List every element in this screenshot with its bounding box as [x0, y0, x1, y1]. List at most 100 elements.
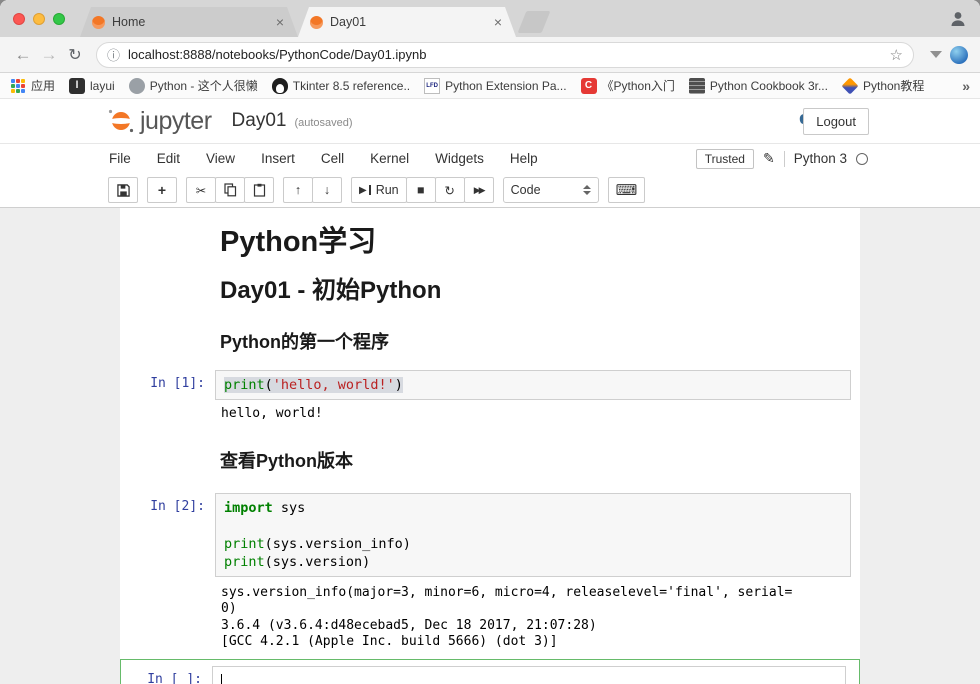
- notebook-title[interactable]: Day01: [232, 110, 287, 132]
- paste-cell-button[interactable]: [244, 177, 274, 203]
- jupyter-favicon: [92, 16, 105, 29]
- reload-icon[interactable]: ↻: [62, 45, 88, 65]
- insert-cell-button[interactable]: +: [147, 177, 177, 203]
- output-prompt-spacer: [120, 585, 215, 651]
- bookmark-apps[interactable]: 应用: [10, 77, 55, 94]
- code-editor-3[interactable]: [212, 666, 846, 684]
- close-window-button[interactable]: [13, 13, 25, 25]
- lfd-favicon: LFD: [424, 78, 440, 94]
- forward-icon[interactable]: →: [36, 45, 62, 65]
- move-cell-up-button[interactable]: ↑: [283, 177, 313, 203]
- input-prompt: In [ ]:: [121, 666, 212, 684]
- markdown-heading-1[interactable]: Python学习: [220, 224, 860, 260]
- bookmark-label: Tkinter 8.5 reference..: [293, 79, 410, 93]
- copy-icon: [224, 183, 237, 197]
- markdown-heading-3-first[interactable]: Python的第一个程序: [220, 330, 860, 354]
- menu-view[interactable]: View: [193, 144, 248, 174]
- bookmark-python-tutorial[interactable]: Python教程: [842, 77, 924, 94]
- apps-grid-icon: [10, 78, 26, 94]
- downloads-dropdown-icon[interactable]: [930, 51, 942, 58]
- bookmark-label: 应用: [31, 77, 55, 94]
- autosave-status: (autosaved): [294, 117, 352, 129]
- code-cell-3-selected[interactable]: In [ ]:: [120, 659, 860, 684]
- jupyter-logo[interactable]: [106, 106, 136, 136]
- penguin-favicon: [272, 78, 288, 94]
- site-favicon: [129, 78, 145, 94]
- new-tab-button[interactable]: [518, 11, 551, 33]
- red-c-favicon: C: [581, 78, 597, 94]
- menu-edit[interactable]: Edit: [144, 144, 193, 174]
- markdown-heading-2[interactable]: Day01 - 初始Python: [220, 276, 860, 306]
- step-bar-icon: [369, 185, 371, 195]
- jupyter-header: jupyter Day01 (autosaved) Logout: [0, 99, 980, 143]
- jupyter-wordmark[interactable]: jupyter: [140, 107, 212, 136]
- code-cell-1[interactable]: In [1]: print('hello, world!'): [120, 370, 860, 400]
- output-prompt-spacer: [120, 406, 215, 423]
- bookmark-label: Python Cookbook 3r...: [710, 79, 828, 93]
- tab-close-icon[interactable]: ×: [492, 14, 504, 30]
- bookmarks-overflow-icon[interactable]: »: [962, 78, 970, 94]
- rocket-favicon: [842, 78, 858, 94]
- tab-day01[interactable]: Day01 ×: [298, 7, 516, 37]
- kernel-name[interactable]: Python 3: [794, 151, 847, 166]
- menu-help[interactable]: Help: [497, 144, 551, 174]
- text-cursor: [221, 674, 222, 684]
- bookmark-python-intro[interactable]: C 《Python入门: [581, 77, 675, 94]
- url-text[interactable]: localhost:8888/notebooks/PythonCode/Day0…: [128, 47, 890, 62]
- markdown-heading-3-second[interactable]: 查看Python版本: [220, 449, 860, 473]
- run-label: Run: [376, 183, 399, 197]
- minimize-window-button[interactable]: [33, 13, 45, 25]
- back-icon[interactable]: ←: [10, 45, 36, 65]
- tab-strip: Home × Day01 ×: [0, 0, 980, 37]
- code-editor-2[interactable]: import sys print(sys.version_info)print(…: [215, 493, 851, 577]
- maximize-window-button[interactable]: [53, 13, 65, 25]
- copy-cell-button[interactable]: [215, 177, 245, 203]
- bookmark-star-icon[interactable]: ☆: [890, 46, 903, 64]
- tab-close-icon[interactable]: ×: [274, 14, 286, 30]
- bookmark-label: 《Python入门: [602, 77, 675, 94]
- trusted-badge[interactable]: Trusted: [696, 149, 754, 169]
- restart-run-all-button[interactable]: ▶▶: [464, 177, 494, 203]
- command-palette-button[interactable]: ⌨: [608, 177, 646, 203]
- input-prompt: In [2]:: [120, 493, 215, 577]
- bookmark-tkinter-reference[interactable]: Tkinter 8.5 reference..: [272, 78, 410, 94]
- bookmark-python-extension[interactable]: LFD Python Extension Pa...: [424, 78, 566, 94]
- logout-button[interactable]: Logout: [803, 108, 869, 135]
- tab-label: Home: [112, 15, 274, 29]
- cell-2-output: sys.version_info(major=3, minor=6, micro…: [120, 585, 860, 651]
- code-editor-1[interactable]: print('hello, world!'): [215, 370, 851, 400]
- divider: [784, 151, 785, 167]
- tab-label: Day01: [330, 15, 492, 29]
- notebook-toolbar: + ✂ ↑ ↓ ▶ Ru: [0, 173, 980, 208]
- address-bar[interactable]: ⓘ localhost:8888/notebooks/PythonCode/Da…: [96, 42, 914, 68]
- select-spinner-icon: [583, 185, 591, 195]
- cell-type-select[interactable]: Code: [503, 177, 599, 203]
- code-cell-2[interactable]: In [2]: import sys print(sys.version_inf…: [120, 493, 860, 577]
- bookmark-label: Python - 这个人很懒: [150, 77, 258, 94]
- bookmarks-bar: 应用 l layui Python - 这个人很懒 Tkinter 8.5 re…: [0, 73, 980, 99]
- site-info-icon[interactable]: ⓘ: [107, 45, 120, 64]
- book-favicon: [689, 78, 705, 94]
- restart-kernel-button[interactable]: ↻: [435, 177, 465, 203]
- run-cell-button[interactable]: ▶ Run: [351, 177, 407, 203]
- tab-home[interactable]: Home ×: [80, 7, 298, 37]
- move-cell-down-button[interactable]: ↓: [312, 177, 342, 203]
- cell-1-output: hello, world!: [120, 406, 860, 423]
- menu-insert[interactable]: Insert: [248, 144, 308, 174]
- clipboard-icon: [253, 183, 266, 197]
- edit-mode-pencil-icon: ✎: [763, 150, 775, 167]
- menu-file[interactable]: File: [96, 144, 144, 174]
- cell-type-value: Code: [511, 183, 541, 197]
- bookmark-python-blog[interactable]: Python - 这个人很懒: [129, 77, 258, 94]
- menu-kernel[interactable]: Kernel: [357, 144, 422, 174]
- bookmark-layui[interactable]: l layui: [69, 78, 115, 94]
- menu-widgets[interactable]: Widgets: [422, 144, 497, 174]
- profile-icon[interactable]: [948, 9, 968, 29]
- extension-icon[interactable]: [950, 46, 968, 64]
- interrupt-kernel-button[interactable]: ■: [406, 177, 436, 203]
- save-button[interactable]: [108, 177, 138, 203]
- floppy-icon: [117, 184, 130, 197]
- bookmark-python-cookbook[interactable]: Python Cookbook 3r...: [689, 78, 828, 94]
- menu-cell[interactable]: Cell: [308, 144, 357, 174]
- cut-cell-button[interactable]: ✂: [186, 177, 216, 203]
